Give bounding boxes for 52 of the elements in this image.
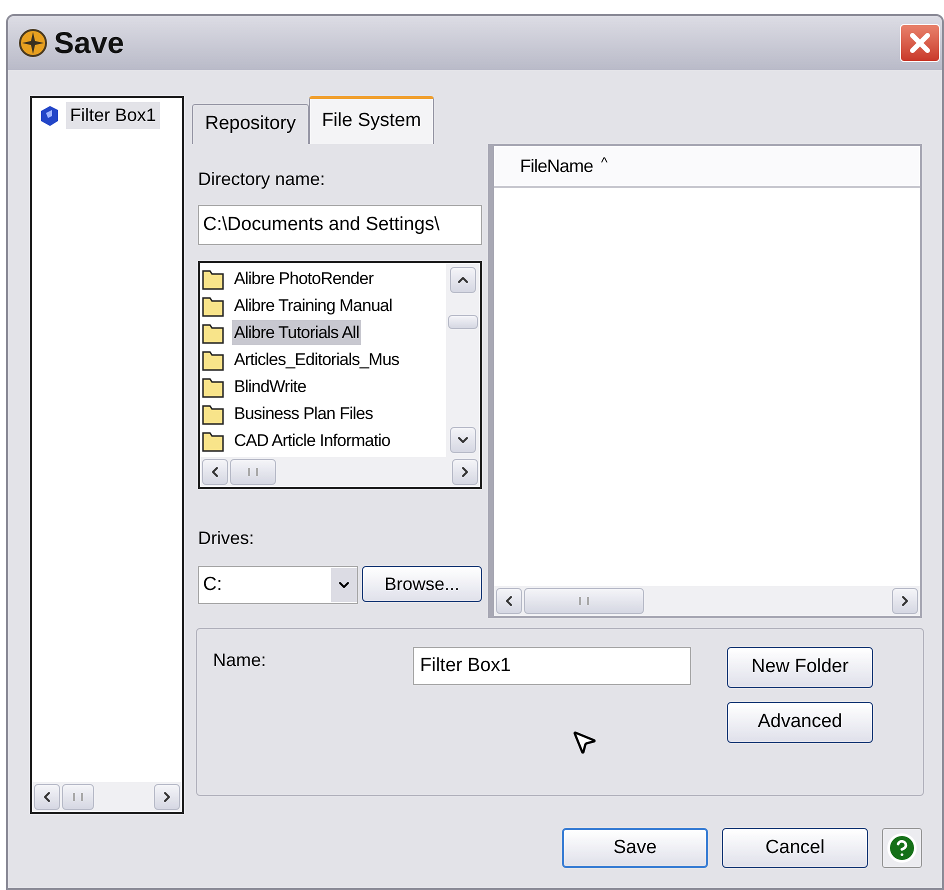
folder-item[interactable]: BlindWrite: [232, 374, 308, 400]
dialog-button[interactable]: Cancel: [722, 828, 868, 868]
folder-item[interactable]: Alibre Tutorials All: [232, 320, 362, 346]
scroll-thumb[interactable]: [524, 588, 644, 614]
close-button[interactable]: [900, 24, 940, 62]
tab[interactable]: Repository: [192, 104, 309, 144]
drive-dropdown[interactable]: C:: [198, 566, 358, 604]
folder-item[interactable]: Business Plan Files: [232, 400, 375, 426]
horizontal-scrollbar[interactable]: [200, 457, 480, 487]
directory-field[interactable]: C:\Documents and Settings\: [198, 205, 482, 245]
field-label: Directory name:: [198, 168, 326, 191]
window-title: Save: [54, 26, 124, 62]
folder-icon: [202, 348, 224, 370]
help-icon: [886, 832, 918, 864]
scroll-left-button[interactable]: [34, 784, 60, 810]
scroll-right-button[interactable]: [892, 588, 918, 614]
tree-item[interactable]: Filter Box1: [66, 102, 160, 129]
tab[interactable]: File System: [308, 96, 434, 144]
field-label: Name:: [213, 649, 268, 672]
dialog-button[interactable]: Save: [562, 828, 708, 868]
scroll-thumb[interactable]: [448, 315, 478, 329]
scroll-thumb[interactable]: [230, 459, 276, 485]
scroll-right-button[interactable]: [154, 784, 180, 810]
folder-icon: [202, 430, 224, 452]
browse-button[interactable]: Browse...: [362, 566, 482, 602]
scroll-left-button[interactable]: [202, 459, 228, 485]
scroll-down-button[interactable]: [450, 427, 476, 453]
part-icon: [38, 104, 60, 126]
folder-item[interactable]: Alibre Training Manual: [232, 292, 394, 318]
help-button[interactable]: [882, 828, 922, 868]
vertical-scrollbar[interactable]: [446, 263, 480, 457]
sort-indicator: ^: [601, 153, 608, 172]
app-logo-icon: [18, 28, 48, 58]
folder-icon: [202, 402, 224, 424]
horizontal-scrollbar[interactable]: [32, 782, 182, 812]
folder-icon: [202, 322, 224, 344]
folder-item[interactable]: CAD Article Informatio: [232, 428, 392, 454]
folder-icon: [202, 268, 224, 290]
name-field[interactable]: Filter Box1: [413, 647, 691, 685]
folder-item[interactable]: Alibre PhotoRender: [232, 266, 376, 292]
column-header[interactable]: FileName: [520, 152, 594, 180]
horizontal-scrollbar[interactable]: [494, 586, 920, 616]
dialog-button[interactable]: Advanced: [727, 702, 873, 743]
scroll-right-button[interactable]: [452, 459, 478, 485]
folder-item[interactable]: Articles_Editorials_Mus: [232, 346, 402, 372]
scroll-thumb[interactable]: [62, 784, 94, 810]
field-label: Drives:: [198, 527, 256, 550]
folder-icon: [202, 376, 224, 398]
folder-icon: [202, 294, 224, 316]
scroll-up-button[interactable]: [450, 267, 476, 293]
scroll-left-button[interactable]: [496, 588, 522, 614]
dialog-button[interactable]: New Folder: [727, 647, 873, 688]
